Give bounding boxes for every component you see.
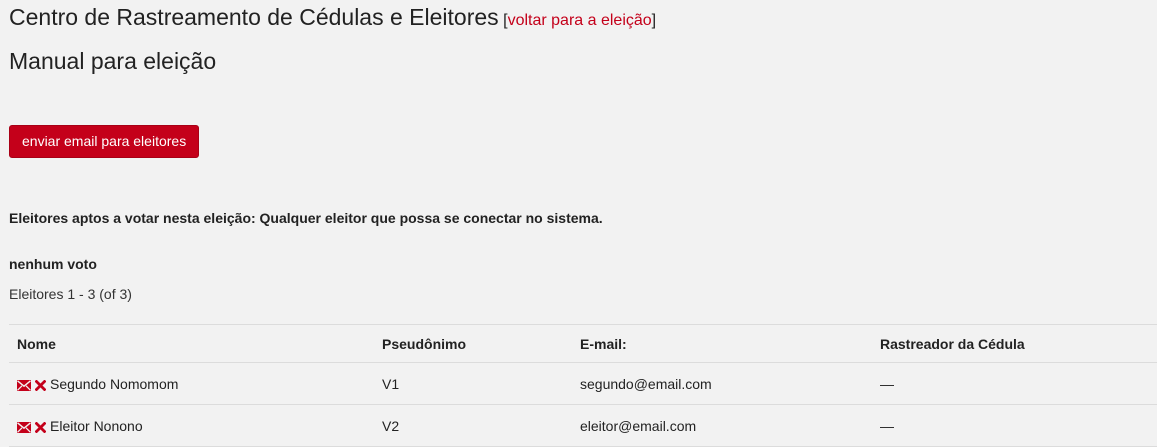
close-icon[interactable] xyxy=(35,379,46,391)
column-header-alias: Pseudônimo xyxy=(374,324,572,363)
table-header-row: Nome Pseudônimo E-mail: Rastreador da Cé… xyxy=(9,324,1157,363)
voters-table: Nome Pseudônimo E-mail: Rastreador da Cé… xyxy=(9,324,1157,447)
header: Centro de Rastreamento de Cédulas e Elei… xyxy=(9,4,656,31)
voter-alias: V2 xyxy=(374,404,572,447)
voter-name-cell: Eleitor Nonono xyxy=(9,404,374,447)
close-icon[interactable] xyxy=(35,421,46,433)
page-title: Centro de Rastreamento de Cédulas e Elei… xyxy=(9,4,499,30)
column-header-name: Nome xyxy=(9,324,374,363)
envelope-icon[interactable] xyxy=(17,379,31,391)
voter-name: Segundo Nomomom xyxy=(50,375,179,392)
voter-ballot-tracker: — xyxy=(872,404,1157,447)
election-name: Manual para eleição xyxy=(9,48,217,74)
back-bracket-close: ] xyxy=(651,12,657,29)
column-header-email: E-mail: xyxy=(572,324,872,363)
voter-email: segundo@email.com xyxy=(572,362,872,405)
eligibility-text: Eleitores aptos a votar nesta eleição: Q… xyxy=(9,210,603,226)
no-votes-text: nenhum voto xyxy=(9,256,97,272)
voter-name: Eleitor Nonono xyxy=(50,417,143,434)
voter-alias: V1 xyxy=(374,362,572,405)
table-row: Segundo Nomomom V1 segundo@email.com — xyxy=(9,362,1157,405)
table-row: Eleitor Nonono V2 eleitor@email.com — xyxy=(9,404,1157,447)
voter-ballot-tracker: — xyxy=(872,362,1157,405)
column-header-ballot-tracker: Rastreador da Cédula xyxy=(872,324,1157,363)
voter-email: eleitor@email.com xyxy=(572,404,872,447)
voter-name-cell: Segundo Nomomom xyxy=(9,362,374,405)
back-to-election-link[interactable]: voltar para a eleição xyxy=(508,12,652,29)
voter-count: Eleitores 1 - 3 (of 3) xyxy=(9,286,132,302)
email-voters-button[interactable]: enviar email para eleitores xyxy=(9,125,200,158)
envelope-icon[interactable] xyxy=(17,421,31,433)
voter-ballot-tracking-page: Centro de Rastreamento de Cédulas e Elei… xyxy=(0,0,1157,447)
